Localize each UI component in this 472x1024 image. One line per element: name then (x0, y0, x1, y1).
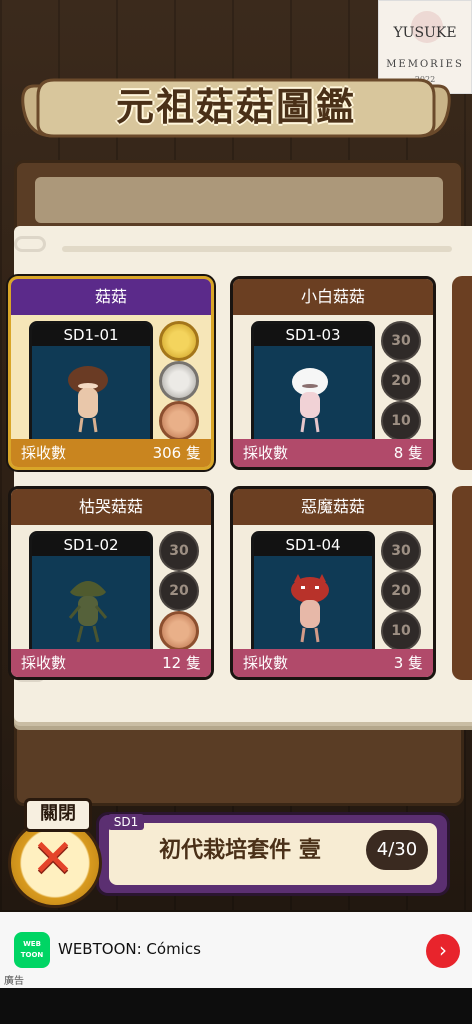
book-ring-icon (14, 236, 46, 252)
card-code: SD1-02 (32, 534, 150, 556)
locked-medal-icon: 20 (159, 571, 199, 611)
locked-medal-icon: 10 (381, 611, 421, 651)
mushroom-card[interactable]: 枯哭菇菇 SD1-02 30 20 採收數 12 隻 (8, 486, 214, 680)
white-mushroom-icon (292, 368, 328, 433)
card-code: SD1-03 (254, 324, 372, 346)
set-tag: SD1 (108, 814, 144, 830)
bottom-system-bar (0, 988, 472, 1024)
harvest-count: 8 隻 (393, 444, 423, 462)
green-mushroom-icon (68, 581, 108, 643)
mushroom-portrait: SD1-03 (251, 321, 375, 447)
locked-medal-icon: 30 (159, 531, 199, 571)
locked-medal-icon: 20 (381, 571, 421, 611)
harvest-label: 採收數 (21, 444, 67, 462)
set-name: 初代栽培套件 壹 (159, 838, 321, 863)
close-icon: ✕ (31, 829, 75, 889)
ad-label: 廣告 (4, 976, 24, 987)
harvest-label: 採收數 (243, 444, 289, 462)
harvest-label: 採收數 (243, 654, 289, 672)
locked-medal-icon: 30 (381, 531, 421, 571)
harvest-count: 3 隻 (393, 654, 423, 672)
mushroom-card[interactable]: 菇菇 SD1-01 採收數 306 隻 (8, 276, 214, 470)
ad-arrow-icon[interactable]: › (426, 934, 460, 968)
mushroom-portrait: SD1-04 (251, 531, 375, 657)
harvest-count: 306 隻 (152, 444, 201, 462)
ad-title[interactable]: WEBTOON: Cómics (58, 940, 201, 958)
locked-medal-icon: 30 (381, 321, 421, 361)
card-name: 小白菇菇 (233, 279, 433, 315)
ad-banner[interactable]: WEB TOON WEBTOON: Cómics 廣告 › (0, 912, 472, 988)
mushroom-portrait: SD1-01 (29, 321, 153, 447)
bronze-medal-icon (159, 401, 199, 441)
page-title: 元祖菇菇圖鑑 (115, 85, 356, 129)
brown-mushroom-icon (68, 366, 108, 433)
book-top-line (62, 246, 452, 252)
harvest-count-bar: 採收數 12 隻 (11, 649, 211, 677)
harvest-count-bar: 採收數 8 隻 (233, 439, 433, 467)
locked-medal-icon: 20 (381, 361, 421, 401)
gold-medal-icon (159, 321, 199, 361)
back-set-strip (35, 177, 443, 223)
mushroom-card[interactable]: 惡魔菇菇 SD1-04 30 20 10 採收數 3 隻 (230, 486, 436, 680)
locked-medal-icon: 10 (381, 401, 421, 441)
title-banner: 元祖菇菇圖鑑 (14, 66, 458, 156)
card-name: 惡魔菇菇 (233, 489, 433, 525)
watermark-top: YUSUKE (393, 25, 457, 41)
card-name: 菇菇 (11, 279, 211, 315)
card-name: 枯哭菇菇 (11, 489, 211, 525)
bronze-medal-icon (159, 611, 199, 651)
harvest-count-bar: 採收數 3 隻 (233, 649, 433, 677)
close-label: 關閉 (24, 798, 92, 832)
close-button[interactable]: ✕ 關閉 (8, 798, 104, 908)
mushroom-portrait: SD1-02 (29, 531, 153, 657)
mushroom-card[interactable]: 小白菇菇 SD1-03 30 20 10 採收數 8 隻 (230, 276, 436, 470)
next-page-card-edge[interactable] (452, 486, 472, 680)
silver-medal-icon (159, 361, 199, 401)
next-page-card-edge[interactable] (452, 276, 472, 470)
card-code: SD1-04 (254, 534, 372, 556)
set-progress: 4/30 (366, 830, 428, 870)
harvest-count-bar: 採收數 306 隻 (11, 439, 211, 467)
harvest-count: 12 隻 (162, 654, 201, 672)
card-code: SD1-01 (32, 324, 150, 346)
devil-mushroom-icon (291, 574, 329, 643)
harvest-label: 採收數 (21, 654, 67, 672)
webtoon-logo-icon: WEB TOON (14, 932, 50, 968)
